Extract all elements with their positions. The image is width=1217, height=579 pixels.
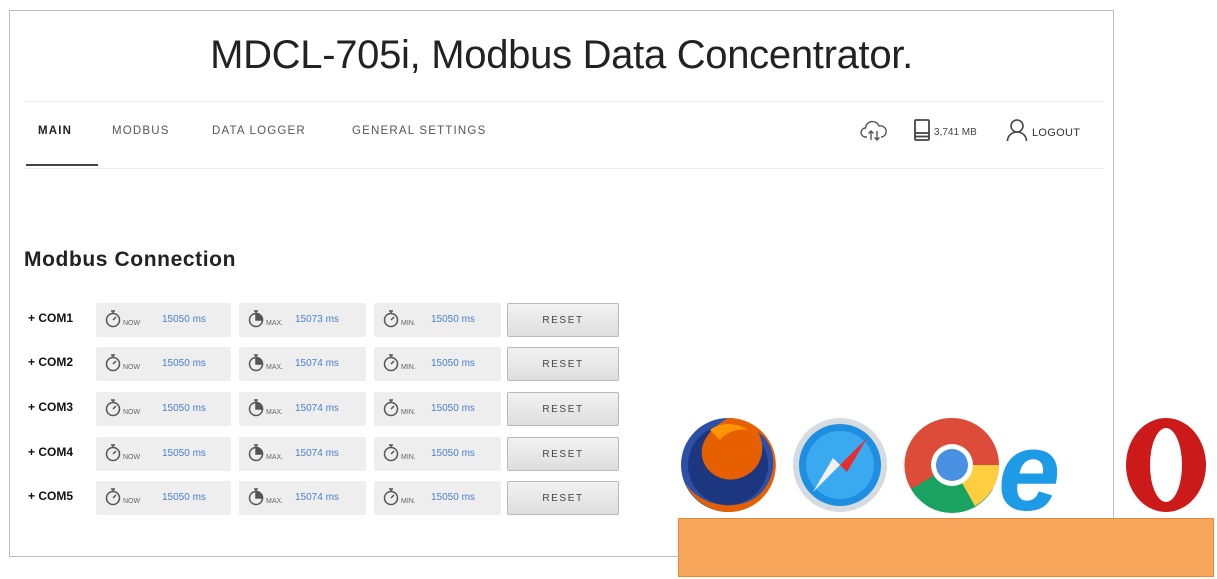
max-value: 15074 ms (295, 448, 339, 459)
com-row: + COM4 NOW 15050 ms MAX. 15074 ms MIN. 15050 m… (28, 437, 628, 471)
reset-button[interactable]: RESET (507, 481, 619, 515)
stopwatch-icon (383, 398, 400, 422)
max-time-box: MAX. 15074 ms (239, 392, 366, 426)
max-label: MAX. (266, 409, 284, 416)
max-time-box: MAX. 15074 ms (239, 437, 366, 471)
now-label: NOW (123, 454, 141, 461)
min-value: 15050 ms (431, 314, 475, 325)
min-time-box: MIN. 15050 ms (374, 481, 501, 515)
stopwatch-icon (105, 443, 122, 467)
max-value: 15074 ms (295, 358, 339, 369)
com-expand-toggle[interactable]: + COM1 (28, 311, 73, 325)
stopwatch-icon (383, 309, 400, 333)
safari-icon (793, 418, 887, 512)
now-time-box: NOW 15050 ms (96, 392, 231, 426)
now-label: NOW (123, 364, 141, 371)
min-time-box: MIN. 15050 ms (374, 303, 501, 337)
min-value: 15050 ms (431, 358, 475, 369)
com-expand-toggle[interactable]: + COM3 (28, 400, 73, 414)
svg-text:e: e (998, 410, 1060, 520)
min-label: MIN. (401, 409, 416, 416)
min-label: MIN. (401, 498, 416, 505)
stopwatch-icon (105, 487, 122, 511)
max-label: MAX. (266, 320, 284, 327)
stopwatch-icon (248, 443, 265, 467)
com-expand-toggle[interactable]: + COM5 (28, 489, 73, 503)
max-label: MAX. (266, 454, 284, 461)
now-label: NOW (123, 320, 141, 327)
now-label: NOW (123, 498, 141, 505)
max-value: 15073 ms (295, 314, 339, 325)
firefox-icon (681, 417, 776, 512)
com-expand-toggle[interactable]: + COM4 (28, 445, 73, 459)
now-value: 15050 ms (162, 492, 206, 503)
now-value: 15050 ms (162, 358, 206, 369)
storage-icon (913, 118, 931, 147)
min-value: 15050 ms (431, 403, 475, 414)
main-nav: MAIN MODBUS DATA LOGGER GENERAL SETTINGS… (24, 101, 1104, 169)
tab-general-settings[interactable]: GENERAL SETTINGS (352, 125, 486, 137)
tab-main[interactable]: MAIN (38, 125, 72, 137)
com-row: + COM5 NOW 15050 ms MAX. 15074 ms MIN. 15050 m… (28, 481, 628, 515)
now-value: 15050 ms (162, 403, 206, 414)
stopwatch-icon (248, 398, 265, 422)
chrome-icon (904, 417, 999, 514)
now-value: 15050 ms (162, 448, 206, 459)
stopwatch-icon (248, 353, 265, 377)
max-value: 15074 ms (295, 492, 339, 503)
min-label: MIN. (401, 364, 416, 371)
min-value: 15050 ms (431, 448, 475, 459)
min-time-box: MIN. 15050 ms (374, 392, 501, 426)
max-value: 15074 ms (295, 403, 339, 414)
active-tab-indicator (26, 164, 98, 166)
logout-button[interactable]: LOGOUT (1006, 118, 1080, 147)
now-time-box: NOW 15050 ms (96, 481, 231, 515)
section-title: Modbus Connection (24, 248, 237, 271)
stopwatch-icon (248, 487, 265, 511)
stopwatch-icon (105, 398, 122, 422)
now-value: 15050 ms (162, 314, 206, 325)
com-row: + COM1 NOW 15050 ms MAX. 15073 ms MIN. 15050 m… (28, 303, 628, 337)
stopwatch-icon (248, 309, 265, 333)
stopwatch-icon (383, 487, 400, 511)
storage-indicator: 3,741 MB (913, 118, 977, 147)
tab-modbus[interactable]: MODBUS (112, 125, 170, 137)
browser-icons: e (681, 410, 1206, 520)
min-time-box: MIN. 15050 ms (374, 347, 501, 381)
max-label: MAX. (266, 364, 284, 371)
reset-button[interactable]: RESET (507, 437, 619, 471)
min-time-box: MIN. 15050 ms (374, 437, 501, 471)
now-time-box: NOW 15050 ms (96, 347, 231, 381)
com-row: + COM3 NOW 15050 ms MAX. 15074 ms MIN. 15050 m… (28, 392, 628, 426)
com-expand-toggle[interactable]: + COM2 (28, 355, 73, 369)
opera-icon (1126, 418, 1206, 512)
logout-label: LOGOUT (1032, 126, 1081, 139)
max-time-box: MAX. 15073 ms (239, 303, 366, 337)
stopwatch-icon (105, 309, 122, 333)
stopwatch-icon (383, 353, 400, 377)
reset-button[interactable]: RESET (507, 347, 619, 381)
now-time-box: NOW 15050 ms (96, 303, 231, 337)
max-time-box: MAX. 15074 ms (239, 347, 366, 381)
user-icon (1006, 118, 1028, 147)
com-row: + COM2 NOW 15050 ms MAX. 15074 ms MIN. 15050 m… (28, 347, 628, 381)
storage-value: 3,741 MB (934, 127, 977, 138)
stopwatch-icon (383, 443, 400, 467)
cloud-sync-icon[interactable] (860, 118, 888, 144)
now-time-box: NOW 15050 ms (96, 437, 231, 471)
max-time-box: MAX. 15074 ms (239, 481, 366, 515)
orange-banner (678, 518, 1214, 577)
min-value: 15050 ms (431, 492, 475, 503)
reset-button[interactable]: RESET (507, 392, 619, 426)
min-label: MIN. (401, 454, 416, 461)
internet-explorer-icon: e (998, 410, 1060, 520)
reset-button[interactable]: RESET (507, 303, 619, 337)
page-title: MDCL-705i, Modbus Data Concentrator. (210, 33, 913, 77)
tab-data-logger[interactable]: DATA LOGGER (212, 125, 306, 137)
now-label: NOW (123, 409, 141, 416)
stopwatch-icon (105, 353, 122, 377)
max-label: MAX. (266, 498, 284, 505)
min-label: MIN. (401, 320, 416, 327)
